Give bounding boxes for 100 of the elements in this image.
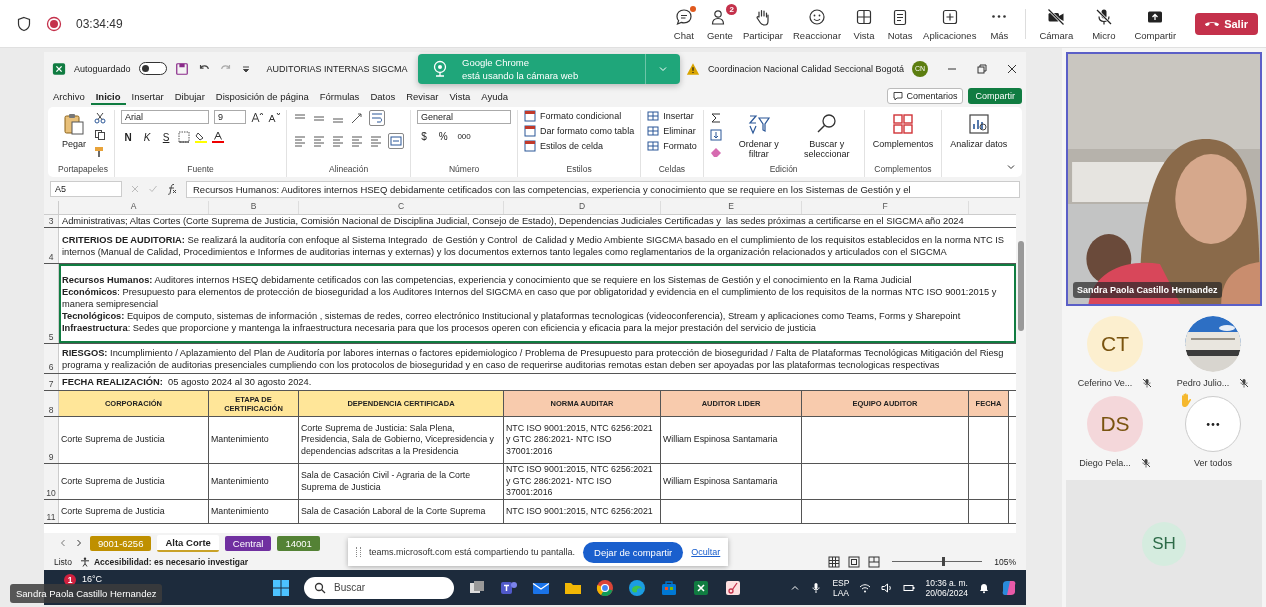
snipping-tool-icon[interactable] [724, 578, 742, 597]
column-header[interactable]: F [802, 201, 969, 214]
analyze-data-button[interactable]: Analizar datos [948, 110, 1010, 152]
sheet-tab[interactable]: Central [224, 535, 272, 551]
ribbon-tab[interactable]: Datos [365, 87, 401, 105]
name-box[interactable]: A5 [50, 181, 122, 197]
ribbon-tab[interactable]: Dibujar [169, 87, 210, 105]
number-format-field[interactable]: General [417, 110, 512, 124]
font-size-field[interactable]: 9 [214, 110, 247, 124]
function-icon[interactable] [166, 183, 178, 195]
ribbon-tab[interactable]: Inicio [90, 87, 126, 105]
bold-button[interactable]: N [121, 131, 136, 143]
fill-down-icon[interactable] [709, 129, 722, 141]
restore-icon[interactable] [976, 62, 988, 75]
bell-icon[interactable] [978, 581, 990, 594]
row-number[interactable]: 7 [44, 374, 59, 390]
font-name-field[interactable]: Arial [121, 110, 210, 124]
collapse-ribbon-icon[interactable] [1006, 162, 1016, 172]
share-button[interactable]: Compartir [968, 88, 1022, 104]
ribbon-tab[interactable]: Revisar [401, 87, 444, 105]
page-layout-icon[interactable] [848, 555, 861, 568]
search-field[interactable]: Buscar [304, 576, 454, 599]
ribbon-tab[interactable]: Fórmulas [314, 87, 365, 105]
toolbar-button[interactable]: Chat [665, 2, 702, 45]
toolbar-button[interactable]: Aplicaciones [918, 2, 982, 45]
sheet-tab[interactable]: Alta Corte [157, 534, 219, 552]
next-sheet-icon[interactable] [74, 538, 84, 548]
row-number[interactable]: 5 [44, 264, 59, 343]
wrap-text-icon[interactable] [369, 110, 386, 126]
merged-cell[interactable]: FECHA REALIZACIÓN: 05 agosto 2024 al 30 agosto 2024. [59, 374, 1016, 390]
percent-button[interactable]: % [436, 131, 451, 142]
customize-icon[interactable] [240, 63, 251, 74]
underline-button[interactable]: S [159, 131, 174, 143]
cells-button[interactable]: Formato [647, 140, 697, 152]
weather-temperature[interactable]: 16°C [82, 573, 103, 584]
toolbar-button[interactable]: Notas [882, 2, 919, 45]
styles-button[interactable]: Estilos de celda [524, 140, 604, 152]
row-number[interactable]: 8 [44, 391, 59, 416]
browser-icon[interactable] [596, 578, 614, 597]
ribbon-tab[interactable]: Vista [444, 87, 476, 105]
slider-thumb[interactable] [941, 557, 945, 566]
accessibility-status[interactable]: Accesibilidad: es necesario investigar [93, 556, 248, 567]
row-number[interactable]: 6 [44, 344, 59, 373]
font-color-icon[interactable] [212, 131, 225, 143]
column-header[interactable]: D [504, 201, 661, 214]
language-indicator[interactable]: ESP [832, 577, 850, 588]
leave-button[interactable]: Salir [1195, 12, 1258, 35]
shrink-font-icon[interactable] [268, 111, 281, 123]
avatar[interactable]: CT [1087, 316, 1143, 372]
find-select-button[interactable]: Buscar y seleccionar [795, 110, 858, 162]
copy-icon[interactable] [94, 129, 107, 141]
grow-font-icon[interactable] [251, 111, 264, 123]
speaker-icon[interactable] [881, 581, 894, 594]
merge-cells-icon[interactable] [388, 133, 405, 149]
hide-link[interactable]: Ocultar [691, 547, 721, 557]
clock-date[interactable]: 20/06/2024 [925, 587, 968, 598]
keyboard-layout[interactable]: LAA [832, 587, 849, 598]
toolbar-button[interactable]: Vista [846, 2, 883, 45]
sort-filter-button[interactable]: Ordenar y filtrar [727, 110, 790, 162]
row-number[interactable]: 4 [44, 228, 59, 263]
row-number[interactable]: 3 [44, 215, 59, 227]
toolbar-button[interactable]: Micro [1087, 2, 1130, 45]
ribbon-tab[interactable]: Archivo [48, 87, 90, 105]
row-number[interactable]: 9 [44, 417, 59, 463]
normal-view-icon[interactable] [828, 555, 841, 568]
toolbar-button[interactable]: Cámara [1034, 2, 1088, 45]
sheet-tab[interactable]: 14001 [277, 535, 320, 551]
page-break-icon[interactable] [868, 555, 881, 568]
comments-button[interactable]: Comentarios [887, 88, 964, 104]
ribbon-tab[interactable]: Disposición de página [210, 87, 314, 105]
column-header[interactable]: E [661, 201, 802, 214]
italic-button[interactable]: K [140, 131, 155, 143]
column-header[interactable]: C [299, 201, 504, 214]
accessibility-icon[interactable] [79, 556, 90, 567]
spreadsheet-app-icon[interactable] [692, 578, 710, 597]
avatar[interactable]: DS [1087, 396, 1143, 452]
wifi-icon[interactable] [859, 581, 872, 594]
shield-icon[interactable] [16, 15, 32, 32]
fill-color-icon[interactable] [195, 131, 208, 143]
column-header[interactable]: A [59, 201, 209, 214]
cut-icon[interactable] [94, 112, 107, 124]
save-icon[interactable] [174, 61, 189, 76]
share-button[interactable]: Compartir [1129, 2, 1182, 45]
toolbar-button[interactable]: Participar [737, 2, 788, 45]
orientation-icon[interactable] [350, 111, 365, 125]
sum-icon[interactable] [709, 112, 722, 124]
toolbar-button[interactable]: 2 Gente [701, 2, 738, 45]
stop-sharing-button[interactable]: Dejar de compartir [583, 541, 684, 563]
ribbon-tab[interactable]: Ayuda [476, 87, 514, 105]
check-icon[interactable] [148, 184, 158, 194]
thousands-button[interactable]: 000 [455, 132, 474, 141]
formula-field[interactable]: Recursos Humanos: Auditores internos HSEQ debidamente cetificados con las competencias, experiencia y conocimiento que se requiere en los Sistemas de Gestión y el [186, 180, 1020, 198]
currency-button[interactable]: $ [417, 131, 432, 142]
toolbar-button[interactable]: Más [981, 2, 1018, 45]
styles-button[interactable]: Dar formato como tabla [524, 125, 635, 137]
browser-icon[interactable] [628, 578, 646, 597]
row-number[interactable]: 10 [44, 464, 59, 499]
drag-handle[interactable] [356, 547, 361, 557]
avatar[interactable]: SH [1142, 521, 1186, 566]
column-header[interactable]: B [209, 201, 299, 214]
